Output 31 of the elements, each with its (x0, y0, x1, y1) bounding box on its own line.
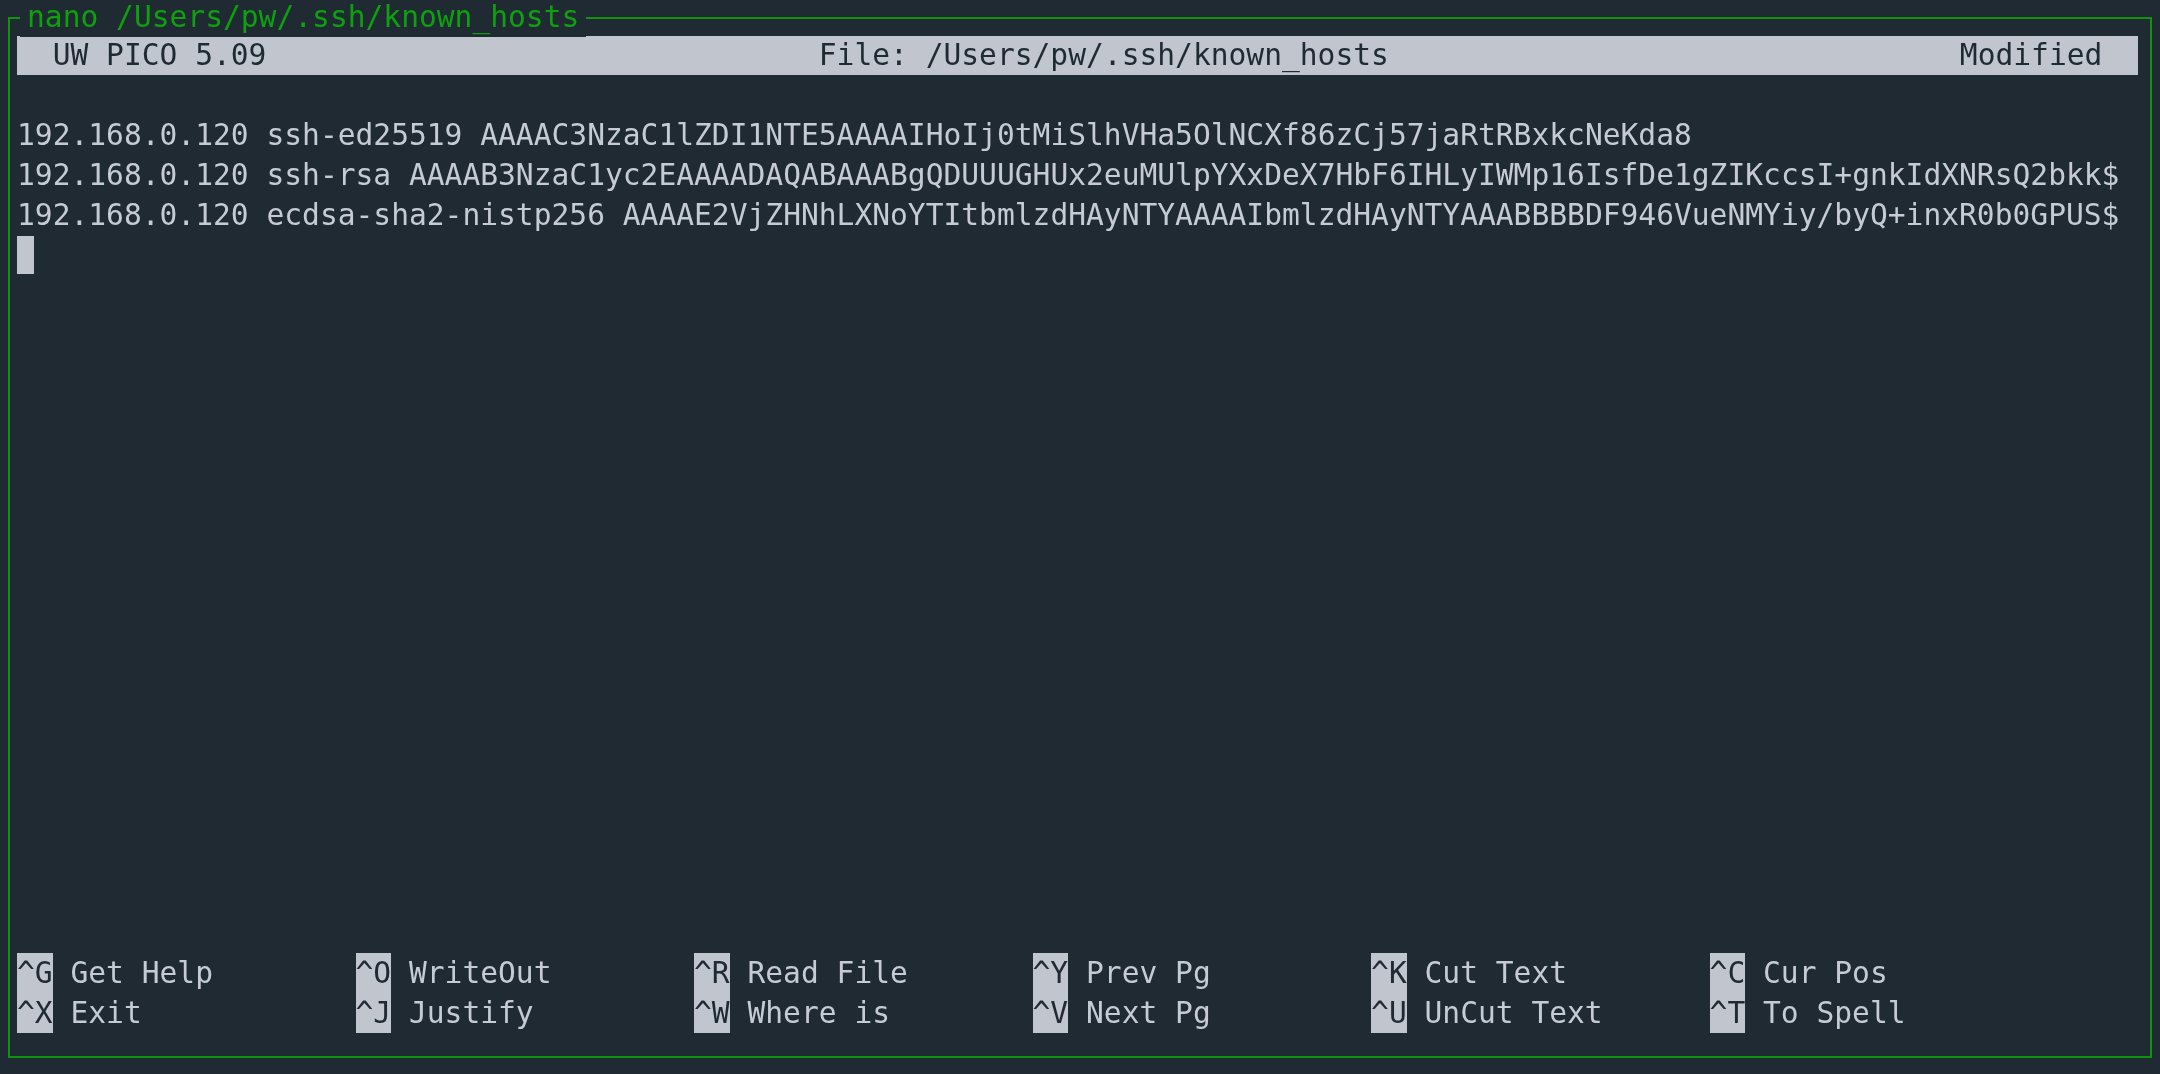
app-version: UW PICO 5.09 (52, 37, 268, 74)
shortcut-key: ^Y (1032, 953, 1069, 993)
text-line: 192.168.0.120 ssh-rsa AAAAB3NzaC1yc2EAAAADAQABAAABgQDUUUGHUx2euMUlpYXxDeX7HbF6IHLyIWMp16IsfDe1gZIKccsI+gnkIdXNRsQ2bkk$ (17, 157, 2121, 194)
text-cursor (17, 236, 34, 274)
shortcut-key: ^J (355, 993, 392, 1033)
shortcut-label: Exit (70, 995, 142, 1032)
text-line: 192.168.0.120 ecdsa-sha2-nistp256 AAAAE2VjZHNhLXNoYTItbmlzdHAyNTYAAAAIbmlzdHAyNTYAAABBBBDF946VueNMYiy/byQ+inxR0b0GPUS$ (17, 197, 2121, 234)
shortcut-label: Justify (408, 995, 534, 1032)
shortcut-key: ^X (17, 993, 53, 1033)
shortcut-key: ^C (1709, 953, 1746, 993)
shortcut-key: ^R (694, 953, 730, 993)
shortcut-key: ^T (1709, 993, 1746, 1033)
text-line: 192.168.0.120 ssh-ed25519 AAAAC3NzaC1lZDI1NTE5AAAAIHoIj0tMiSlhVHa5OlNCXf86zCj57jaRtRBxkcNeKda8 (17, 117, 1693, 154)
modified-status: Modified (1959, 37, 2103, 74)
shortcut-key: ^O (355, 953, 392, 993)
shortcut-key: ^V (1032, 993, 1069, 1033)
file-path: File: /Users/pw/.ssh/known_hosts (818, 37, 1389, 75)
shortcut-label: Read File (747, 955, 908, 992)
shortcut-label: Next Pg (1086, 995, 1211, 1032)
shortcut-label: Cut Text (1424, 955, 1568, 992)
shortcut-label: Cur Pos (1763, 955, 1888, 992)
shortcut-key: ^K (1371, 953, 1407, 993)
shortcut-label: UnCut Text (1424, 995, 1603, 1032)
shortcut-label: WriteOut (408, 955, 552, 992)
shortcut-key: ^W (694, 993, 730, 1033)
shortcut-label: Prev Pg (1086, 955, 1211, 992)
shortcut-label: To Spell (1763, 995, 1906, 1032)
shortcut-label: Where is (747, 995, 891, 1032)
shortcut-key: ^U (1371, 993, 1407, 1033)
shortcut-label: Get Help (70, 955, 213, 992)
shortcut-key: ^G (17, 953, 53, 993)
